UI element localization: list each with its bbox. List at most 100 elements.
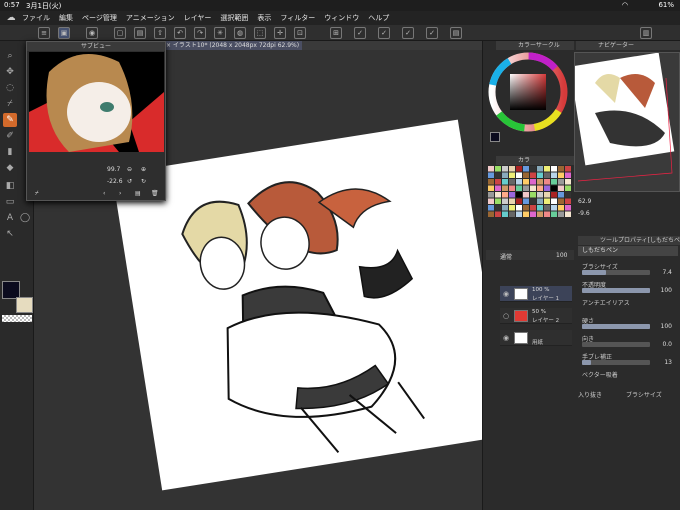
color-swatch[interactable]	[544, 192, 550, 198]
color-swatch[interactable]	[530, 211, 536, 218]
app-logo-icon[interactable]: ☁	[0, 13, 22, 23]
color-swatch[interactable]	[488, 205, 494, 211]
move-tool-icon[interactable]: ✥	[3, 65, 17, 79]
menu-layer[interactable]: レイヤー	[184, 13, 212, 23]
menu-edit[interactable]: 編集	[59, 13, 73, 23]
tool-property-value[interactable]: 7.4	[650, 269, 672, 276]
tool-property-value[interactable]: 100	[650, 287, 672, 294]
color-swatch[interactable]	[551, 166, 557, 172]
color-swatch[interactable]	[537, 192, 543, 198]
color-swatch[interactable]	[544, 198, 550, 205]
airbrush-tool-icon[interactable]: ▮	[3, 145, 17, 159]
pen-correct-icon[interactable]: ✓	[354, 27, 366, 39]
color-swatch[interactable]	[509, 166, 515, 172]
text-tool-icon[interactable]: A	[3, 211, 17, 225]
color-swatch[interactable]	[544, 172, 550, 179]
canvas-view-icon[interactable]: ▣	[58, 27, 70, 39]
layer-opacity[interactable]: 100	[556, 252, 567, 259]
color-swatch[interactable]	[488, 192, 494, 198]
menu-window[interactable]: ウィンドウ	[324, 13, 359, 23]
color-swatch[interactable]	[537, 172, 543, 179]
navigator-preview[interactable]	[569, 52, 680, 192]
color-swatch[interactable]	[495, 166, 501, 172]
color-swatch[interactable]	[509, 179, 515, 185]
color-swatch[interactable]	[565, 166, 571, 172]
color-circle-main-swatch[interactable]	[490, 132, 500, 142]
color-swatch[interactable]	[523, 172, 529, 179]
tool-property-value[interactable]: 0.0	[650, 341, 672, 348]
tool-property-slider[interactable]	[582, 342, 650, 347]
redo-icon[interactable]: ↷	[194, 27, 206, 39]
transparent-color-swatch[interactable]	[2, 315, 32, 322]
color-swatch[interactable]	[516, 205, 522, 211]
color-swatch[interactable]	[516, 185, 522, 192]
color-swatch[interactable]	[502, 172, 508, 179]
sub-color-swatch[interactable]	[16, 297, 33, 313]
color-swatch[interactable]	[530, 192, 536, 198]
canvas-paper[interactable]	[112, 119, 508, 491]
color-swatch[interactable]	[523, 179, 529, 185]
deselect-icon[interactable]: ✛	[274, 27, 286, 39]
menu-help[interactable]: ヘルプ	[368, 13, 389, 23]
tool-property-slider[interactable]	[582, 270, 650, 275]
color-swatch[interactable]	[551, 179, 557, 185]
menu-list-icon[interactable]: ≡	[38, 27, 50, 39]
grid-snap-icon[interactable]: ▤	[450, 27, 462, 39]
new-file-icon[interactable]: ◉	[86, 27, 98, 39]
ruler-snap-icon[interactable]: ✓	[402, 27, 414, 39]
clear-icon[interactable]: ✳	[214, 27, 226, 39]
inout-value[interactable]: ブラシサイズ	[626, 390, 662, 399]
fill-tool-icon[interactable]: ◧	[3, 179, 17, 193]
color-swatch[interactable]	[537, 185, 543, 192]
brush-tool-icon[interactable]: ✐	[3, 129, 17, 143]
color-swatch[interactable]	[488, 172, 494, 179]
crop-icon[interactable]: ⊡	[294, 27, 306, 39]
tool-property-slider[interactable]	[582, 360, 650, 365]
eraser-tool-icon[interactable]: ◆	[3, 161, 17, 175]
select-all-icon[interactable]: ⊞	[330, 27, 342, 39]
rotate-left-icon[interactable]: ↺	[127, 178, 132, 185]
color-swatch[interactable]	[523, 211, 529, 218]
color-swatch[interactable]	[502, 211, 508, 218]
color-swatch[interactable]	[565, 205, 571, 211]
color-swatch[interactable]	[565, 192, 571, 198]
color-swatch[interactable]	[523, 192, 529, 198]
zoom-in-icon[interactable]: ⊕	[141, 166, 146, 173]
color-swatch[interactable]	[565, 211, 571, 218]
lasso-tool-icon[interactable]: ◌	[3, 81, 17, 95]
color-swatch[interactable]	[516, 211, 522, 218]
color-swatch[interactable]	[558, 205, 564, 211]
color-swatch[interactable]	[495, 192, 501, 198]
zoom-out-icon[interactable]: ⊖	[127, 166, 132, 173]
color-swatch[interactable]	[558, 179, 564, 185]
color-swatch[interactable]	[509, 205, 515, 211]
color-swatch[interactable]	[495, 205, 501, 211]
rotate-right-icon[interactable]: ↻	[141, 178, 146, 185]
color-swatch[interactable]	[558, 198, 564, 205]
color-swatch[interactable]	[488, 179, 494, 185]
color-swatch[interactable]	[523, 198, 529, 205]
color-swatch[interactable]	[516, 166, 522, 172]
special-ruler-icon[interactable]: ✓	[426, 27, 438, 39]
color-swatch[interactable]	[509, 211, 515, 218]
color-swatch[interactable]	[509, 192, 515, 198]
color-swatch[interactable]	[509, 198, 515, 205]
tool-property-slider[interactable]	[582, 324, 650, 329]
import-image-icon[interactable]: ▤	[135, 190, 141, 197]
panel-toggle-icon[interactable]: ▥	[640, 27, 652, 39]
save-icon[interactable]: ▤	[134, 27, 146, 39]
color-swatch[interactable]	[502, 185, 508, 192]
color-swatch[interactable]	[537, 179, 543, 185]
menu-animation[interactable]: アニメーション	[126, 13, 175, 23]
fill-icon[interactable]: ◍	[234, 27, 246, 39]
subview-eyedropper-icon[interactable]: ⌿	[35, 190, 39, 198]
color-swatch[interactable]	[537, 205, 543, 211]
layer-row[interactable]: ○ 50 % レイヤー 2	[500, 308, 572, 324]
tool-property-value[interactable]: 100	[650, 323, 672, 330]
color-swatch[interactable]	[558, 211, 564, 218]
color-swatch[interactable]	[523, 166, 529, 172]
delete-image-icon[interactable]: 🗑	[151, 190, 159, 197]
color-swatch[interactable]	[530, 185, 536, 192]
color-swatch[interactable]	[523, 185, 529, 192]
color-swatch[interactable]	[502, 205, 508, 211]
